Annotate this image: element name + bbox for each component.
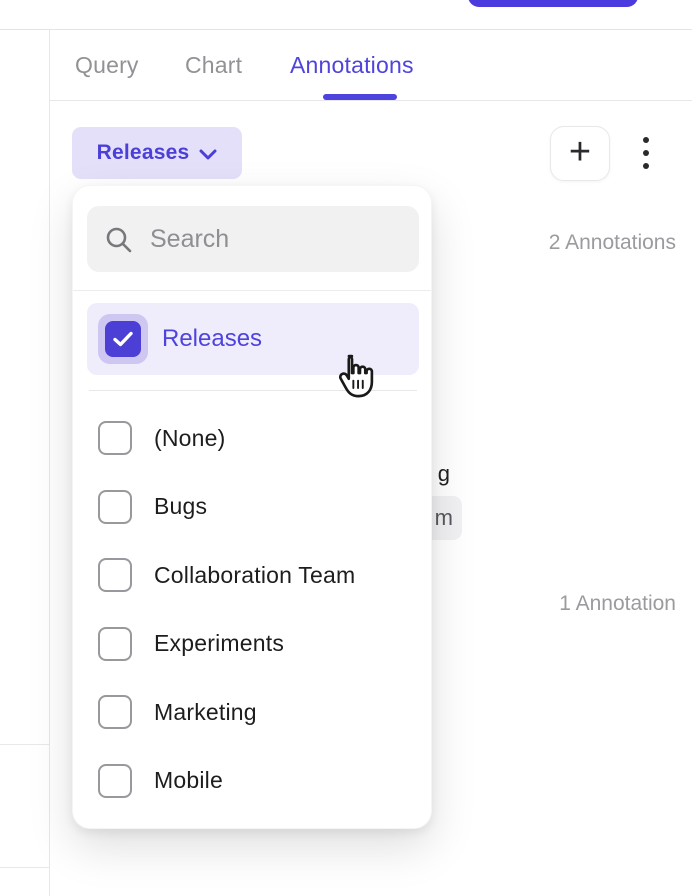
option-collaboration-team[interactable]: Collaboration Team	[87, 541, 419, 610]
dropdown-section-divider	[73, 290, 431, 291]
occluded-tag-chip-text: m	[435, 505, 453, 531]
option-label: Collaboration Team	[154, 562, 355, 589]
checkmark-icon	[113, 331, 133, 347]
add-annotation-button[interactable]: +	[550, 126, 610, 181]
active-tab-indicator	[323, 94, 397, 100]
kebab-dot-icon	[643, 163, 649, 169]
option-label: Experiments	[154, 630, 284, 657]
option-label: Bugs	[154, 493, 207, 520]
filter-options-list: (None) Bugs Collaboration Team Experimen…	[87, 404, 419, 815]
checkbox-unchecked-icon[interactable]	[98, 627, 132, 661]
checkbox-checked-icon[interactable]	[105, 321, 141, 357]
left-rail	[0, 30, 50, 896]
tab-query[interactable]: Query	[75, 30, 139, 100]
search-icon	[105, 226, 132, 253]
option-marketing[interactable]: Marketing	[87, 678, 419, 747]
rail-divider	[0, 867, 49, 868]
tabs-bar: Query Chart Annotations	[50, 30, 692, 101]
option-label: Releases	[162, 325, 262, 353]
plus-icon: +	[569, 133, 591, 171]
option-none[interactable]: (None)	[87, 404, 419, 473]
checkbox-unchecked-icon[interactable]	[98, 490, 132, 524]
option-releases-selected[interactable]: Releases	[87, 303, 419, 375]
rail-divider	[0, 744, 49, 745]
checkbox-focus-ring	[98, 314, 148, 364]
annotation-filter-dropdown: Releases (None) Bugs Collaboration Team …	[72, 185, 432, 829]
tab-annotations[interactable]: Annotations	[290, 30, 414, 100]
dropdown-list-divider	[89, 390, 417, 391]
checkbox-unchecked-icon[interactable]	[98, 421, 132, 455]
option-mobile[interactable]: Mobile	[87, 747, 419, 816]
checkbox-unchecked-icon[interactable]	[98, 695, 132, 729]
option-bugs[interactable]: Bugs	[87, 473, 419, 542]
primary-action-button[interactable]	[468, 0, 638, 7]
checkbox-unchecked-icon[interactable]	[98, 558, 132, 592]
releases-filter-label: Releases	[97, 141, 190, 165]
kebab-dot-icon	[643, 150, 649, 156]
option-label: Marketing	[154, 699, 257, 726]
checkbox-unchecked-icon[interactable]	[98, 764, 132, 798]
top-header-bar	[0, 0, 692, 30]
option-label: Mobile	[154, 767, 223, 794]
annotation-count-bottom: 1 Annotation	[559, 592, 676, 616]
option-experiments[interactable]: Experiments	[87, 610, 419, 679]
chevron-down-icon	[199, 149, 217, 160]
releases-filter-button[interactable]: Releases	[72, 127, 242, 179]
annotation-count-top: 2 Annotations	[549, 231, 676, 255]
search-input[interactable]	[150, 225, 472, 254]
tab-chart[interactable]: Chart	[185, 30, 242, 100]
kebab-dot-icon	[643, 137, 649, 143]
search-field[interactable]	[87, 206, 419, 272]
more-options-button[interactable]	[632, 129, 660, 177]
option-label: (None)	[154, 425, 226, 452]
